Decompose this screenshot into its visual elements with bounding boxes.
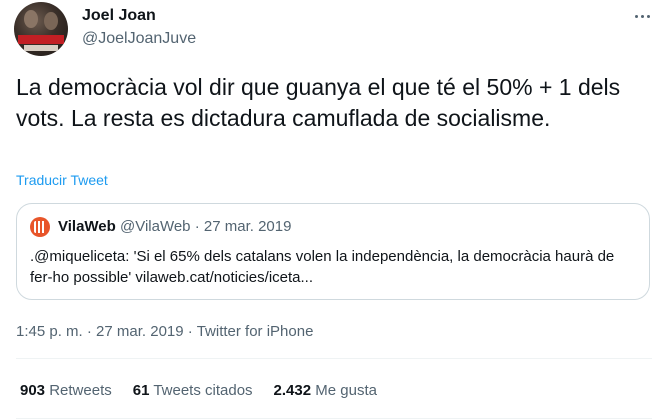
divider bbox=[16, 358, 652, 359]
author-handle[interactable]: @JoelJoanJuve bbox=[82, 30, 196, 48]
likes-stat[interactable]: 2.432 Me gusta bbox=[274, 382, 377, 399]
author-display-name[interactable]: Joel Joan bbox=[82, 7, 156, 25]
avatar-light-banner bbox=[24, 45, 58, 51]
avatar-red-banner bbox=[18, 35, 64, 44]
quoted-separator: · bbox=[194, 218, 200, 235]
quoted-date: 27 mar. 2019 bbox=[203, 218, 292, 235]
translate-tweet-link[interactable]: Traducir Tweet bbox=[16, 172, 108, 188]
tweet-stats: 903 Retweets 61 Tweets citados 2.432 Me … bbox=[20, 382, 377, 399]
tweet-time[interactable]: 1:45 p. m. bbox=[16, 323, 83, 340]
tweet-date[interactable]: 27 mar. 2019 bbox=[96, 323, 184, 340]
tweet-text: La democràcia vol dir que guanya el que … bbox=[16, 74, 621, 131]
more-dot bbox=[640, 14, 644, 18]
retweets-stat[interactable]: 903 Retweets bbox=[20, 382, 112, 399]
more-dot bbox=[634, 14, 638, 18]
tweet-source[interactable]: Twitter for iPhone bbox=[197, 323, 314, 340]
tweet-meta: 1:45 p. m. · 27 mar. 2019 · Twitter for … bbox=[16, 323, 313, 340]
quoted-author-handle: @VilaWeb bbox=[119, 218, 191, 235]
avatar-figure-right bbox=[44, 12, 58, 30]
meta-separator: · bbox=[187, 323, 193, 340]
likes-count: 2.432 bbox=[273, 382, 312, 399]
quoted-tweet-header: VilaWeb @VilaWeb · 27 mar. 2019 bbox=[58, 218, 291, 235]
likes-label: Me gusta bbox=[315, 382, 377, 399]
divider bbox=[16, 418, 652, 419]
quote-tweets-count: 61 bbox=[132, 382, 150, 399]
quoted-author-name: VilaWeb bbox=[58, 218, 116, 235]
more-dot bbox=[646, 14, 650, 18]
retweets-label: Retweets bbox=[49, 382, 112, 399]
author-avatar[interactable] bbox=[14, 2, 68, 56]
quote-tweets-label: Tweets citados bbox=[153, 382, 253, 399]
retweets-count: 903 bbox=[20, 382, 46, 399]
meta-separator: · bbox=[86, 323, 92, 340]
avatar-figure-left bbox=[24, 10, 38, 28]
vilaweb-logo-icon bbox=[30, 217, 50, 237]
quote-tweets-stat[interactable]: 61 Tweets citados bbox=[133, 382, 253, 399]
more-horizontal-icon[interactable] bbox=[630, 6, 654, 26]
quoted-tweet-card[interactable]: VilaWeb @VilaWeb · 27 mar. 2019 .@miquel… bbox=[16, 203, 650, 300]
quoted-tweet-text: .@miqueliceta: 'Si el 65% dels catalans … bbox=[30, 248, 615, 286]
